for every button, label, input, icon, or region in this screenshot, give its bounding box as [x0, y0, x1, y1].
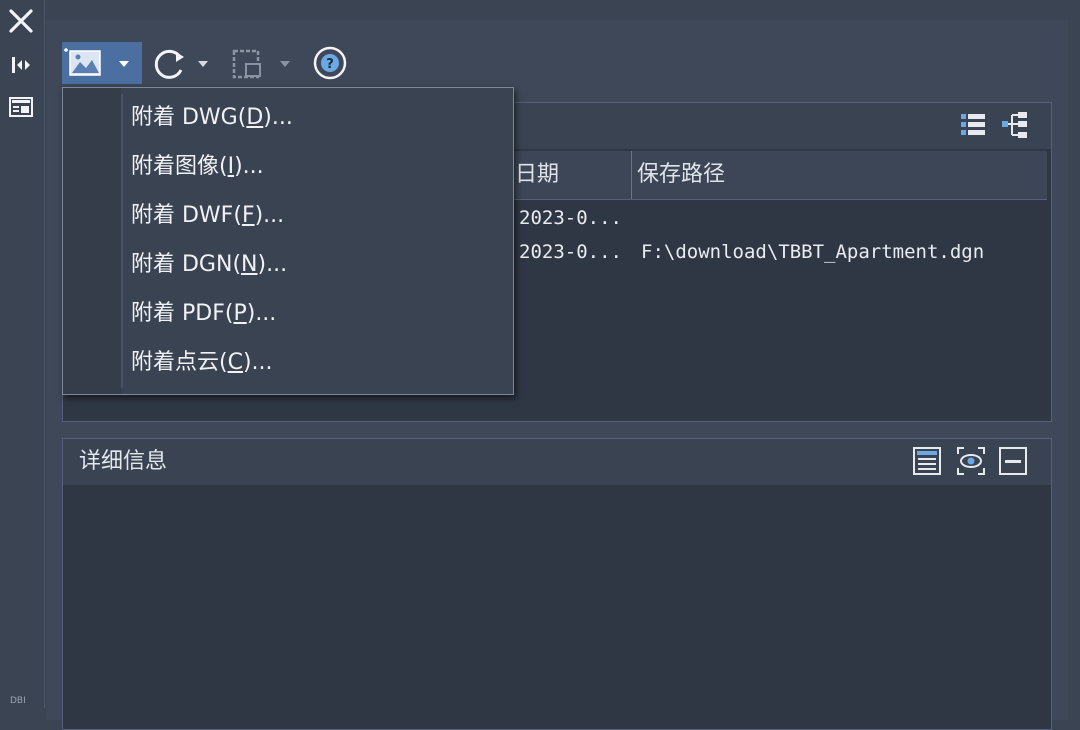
- change-path-button: [228, 42, 300, 84]
- details-view-icon[interactable]: [911, 445, 943, 477]
- column-separator[interactable]: [631, 151, 632, 199]
- attach-button[interactable]: [62, 42, 142, 84]
- menu-separator: [121, 94, 123, 388]
- menu-item-ellipsis: )...: [234, 154, 264, 179]
- preview-icon[interactable]: [955, 445, 987, 477]
- menu-item-ellipsis: )...: [263, 105, 293, 130]
- menu-item-attach-point-cloud[interactable]: 附着点云(C)...: [131, 343, 501, 383]
- menu-item-ellipsis: )...: [257, 252, 288, 277]
- save-path-column-header[interactable]: 保存路径: [637, 151, 725, 199]
- menu-item-accelerator: P: [233, 301, 247, 326]
- menu-item-attach-pdf[interactable]: 附着 PDF(P)...: [131, 294, 501, 334]
- menu-item-ellipsis: )...: [246, 301, 277, 326]
- menu-item-label: 附着 DWG(: [131, 105, 247, 130]
- palette-label: DBI: [10, 696, 26, 706]
- attach-dropdown-menu: 附着 DWG(D)... 附着图像(I)... 附着 DWF(F)... 附着 …: [62, 87, 514, 395]
- menu-item-attach-dwf[interactable]: 附着 DWF(F)...: [131, 196, 501, 236]
- menu-item-accelerator: D: [246, 105, 264, 130]
- menu-item-label: 附着 DWF(: [131, 203, 242, 228]
- tree-view-icon[interactable]: [999, 109, 1031, 141]
- menu-item-label: 附着点云(: [131, 350, 228, 375]
- list-view-icon[interactable]: [957, 109, 989, 141]
- auto-hide-icon[interactable]: [4, 50, 38, 80]
- menu-item-accelerator: C: [227, 350, 243, 375]
- date-column-header[interactable]: 日期: [515, 151, 559, 199]
- date-cell: 2023-0...: [519, 241, 622, 263]
- menu-item-attach-dgn[interactable]: 附着 DGN(N)...: [131, 245, 501, 285]
- collapse-icon[interactable]: [997, 445, 1029, 477]
- svg-text:?: ?: [326, 57, 334, 72]
- menu-item-label: 附着 DGN(: [131, 252, 242, 277]
- refresh-button[interactable]: [146, 42, 218, 84]
- close-icon[interactable]: [4, 6, 38, 36]
- menu-item-ellipsis: )...: [242, 350, 273, 375]
- toolbar: ?: [62, 42, 462, 86]
- menu-item-attach-image[interactable]: 附着图像(I)...: [131, 147, 501, 187]
- menu-item-label: 附着图像(: [131, 154, 228, 179]
- date-cell: 2023-0...: [519, 207, 622, 229]
- menu-item-attach-dwg[interactable]: 附着 DWG(D)...: [131, 98, 501, 138]
- menu-icon-gutter: [63, 88, 121, 394]
- path-cell: F:\download\TBBT_Apartment.dgn: [641, 241, 985, 263]
- menu-item-label: 附着 PDF(: [131, 301, 234, 326]
- details-panel: 详细信息: [62, 438, 1052, 730]
- menu-item-accelerator: F: [241, 203, 255, 228]
- help-button[interactable]: ?: [310, 42, 350, 84]
- palette-title-strip: DBI: [0, 0, 45, 708]
- properties-icon[interactable]: [4, 92, 38, 122]
- menu-item-ellipsis: )...: [254, 203, 285, 228]
- details-header: 详细信息: [63, 439, 1051, 485]
- details-title: 详细信息: [79, 449, 168, 474]
- menu-item-accelerator: N: [241, 252, 258, 277]
